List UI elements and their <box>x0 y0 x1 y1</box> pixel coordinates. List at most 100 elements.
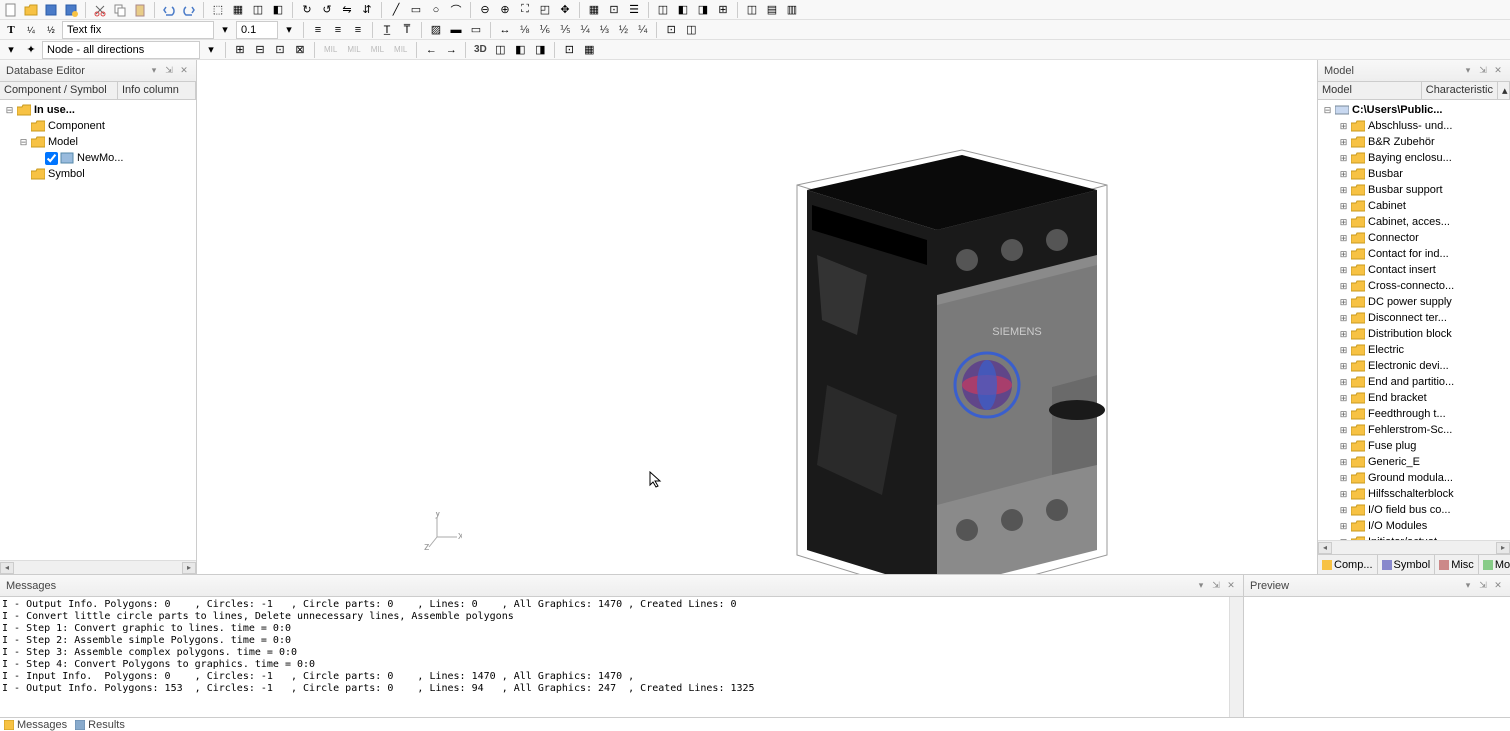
tree-expander-icon[interactable]: ⊞ <box>1338 169 1349 180</box>
toolbar-icon[interactable]: ◫ <box>743 1 761 19</box>
font-size-input[interactable] <box>236 21 278 39</box>
paste-icon[interactable] <box>131 1 149 19</box>
tree-row[interactable]: ⊟In use... <box>2 102 194 118</box>
scroll-right-icon[interactable]: ▸ <box>182 562 196 574</box>
tree-expander-icon[interactable]: ⊞ <box>1338 313 1349 324</box>
horizontal-scrollbar[interactable]: ◂ ▸ <box>0 560 196 574</box>
tree-expander-icon[interactable]: ⊞ <box>1338 505 1349 516</box>
tree-expander-icon[interactable]: ⊞ <box>1338 473 1349 484</box>
status-tab-results[interactable]: Results <box>75 719 125 731</box>
circle-icon[interactable]: ○ <box>427 1 445 19</box>
tree-row[interactable]: ⊟Model <box>2 134 194 150</box>
toolbar-icon[interactable]: ▦ <box>580 41 598 59</box>
3d-button[interactable]: 3D <box>471 41 489 59</box>
rotate-ccw-icon[interactable]: ↺ <box>318 1 336 19</box>
arrow-left-icon[interactable]: ← <box>422 41 440 59</box>
tree-row[interactable]: ⊞Cabinet <box>1320 198 1508 214</box>
horizontal-scrollbar[interactable]: ◂ ▸ <box>1318 540 1510 554</box>
tree-expander-icon[interactable]: ⊞ <box>1338 265 1349 276</box>
tree-expander-icon[interactable]: ⊟ <box>18 137 29 148</box>
hatch-icon[interactable]: ▨ <box>427 21 445 39</box>
tree-row[interactable]: ⊞Cross-connecto... <box>1320 278 1508 294</box>
zoom-out-icon[interactable]: ⊖ <box>476 1 494 19</box>
tree-row[interactable]: ⊞Disconnect ter... <box>1320 310 1508 326</box>
dropdown-icon[interactable]: ▾ <box>2 41 20 59</box>
node-mode-select[interactable] <box>42 41 200 59</box>
tree-expander-icon[interactable]: ⊞ <box>1338 297 1349 308</box>
text-tool-icon[interactable]: T̲ <box>378 21 396 39</box>
tree-expander-icon[interactable] <box>18 121 29 132</box>
tree-row[interactable]: ⊞Electronic devi... <box>1320 358 1508 374</box>
tree-expander-icon[interactable]: ⊞ <box>1338 329 1349 340</box>
toolbar-icon[interactable]: ◨ <box>694 1 712 19</box>
tree-expander-icon[interactable]: ⊞ <box>1338 153 1349 164</box>
text-icon[interactable]: T <box>2 21 20 39</box>
tree-expander-icon[interactable] <box>32 153 43 164</box>
toolbar-icon[interactable]: ▤ <box>763 1 781 19</box>
layers-icon[interactable]: ☰ <box>625 1 643 19</box>
tree-row[interactable]: ⊞Fehlerstrom-Sc... <box>1320 422 1508 438</box>
arc-icon[interactable]: ⌒ <box>447 1 465 19</box>
dropdown-icon[interactable]: ▾ <box>280 21 298 39</box>
tree-expander-icon[interactable]: ⊞ <box>1338 441 1349 452</box>
panel-pin-icon[interactable]: ⇲ <box>1477 65 1489 77</box>
toolbar-icon[interactable]: ◫ <box>682 21 700 39</box>
panel-menu-icon[interactable]: ▾ <box>1462 580 1474 592</box>
flip-h-icon[interactable]: ⇋ <box>338 1 356 19</box>
zoom-in-icon[interactable]: ⊕ <box>496 1 514 19</box>
component-tree[interactable]: ⊟In use...Component⊟ModelNewMo...Symbol <box>0 100 196 560</box>
tab-misc[interactable]: Misc <box>1435 555 1479 574</box>
tree-row[interactable]: ⊞Distribution block <box>1320 326 1508 342</box>
tree-row[interactable]: ⊞Baying enclosu... <box>1320 150 1508 166</box>
open-folder-icon[interactable] <box>22 1 40 19</box>
tree-expander-icon[interactable]: ⊞ <box>1338 137 1349 148</box>
dim-icon[interactable]: ↔ <box>496 21 514 39</box>
tree-row[interactable]: ⊞Generic_E <box>1320 454 1508 470</box>
tree-expander-icon[interactable]: ⊞ <box>1338 281 1349 292</box>
status-tab-messages[interactable]: Messages <box>4 719 67 731</box>
tree-row[interactable]: ⊞Contact insert <box>1320 262 1508 278</box>
toolbar-icon[interactable]: ⊡ <box>271 41 289 59</box>
panel-menu-icon[interactable]: ▾ <box>1195 580 1207 592</box>
tree-row[interactable]: ⊞Contact for ind... <box>1320 246 1508 262</box>
panel-menu-icon[interactable]: ▾ <box>148 65 160 77</box>
tree-expander-icon[interactable] <box>18 169 29 180</box>
tree-row[interactable]: ⊞B&R Zubehör <box>1320 134 1508 150</box>
tree-expander-icon[interactable]: ⊞ <box>1338 201 1349 212</box>
fraction-12-icon[interactable]: ½ <box>42 21 60 39</box>
tree-row[interactable]: Symbol <box>2 166 194 182</box>
tab-model[interactable]: Model <box>1479 555 1510 574</box>
tree-expander-icon[interactable]: ⊞ <box>1338 457 1349 468</box>
align-left-icon[interactable]: ≡ <box>309 21 327 39</box>
cut-icon[interactable] <box>91 1 109 19</box>
toolbar-icon[interactable]: ◧ <box>269 1 287 19</box>
snap-icon[interactable]: ⊡ <box>605 1 623 19</box>
tree-row[interactable]: Component <box>2 118 194 134</box>
text-style-select[interactable] <box>62 21 214 39</box>
tree-row[interactable]: ⊟C:\Users\Public... <box>1320 102 1508 118</box>
scroll-up-icon[interactable]: ▴ <box>1498 82 1510 99</box>
view-icon[interactable]: ◧ <box>511 41 529 59</box>
tree-expander-icon[interactable]: ⊞ <box>1338 345 1349 356</box>
toolbar-icon[interactable]: ⊟ <box>251 41 269 59</box>
3d-viewport[interactable]: SIEMENS y x z <box>197 60 1317 574</box>
tree-expander-icon[interactable]: ⊞ <box>1338 233 1349 244</box>
tree-row[interactable]: ⊞DC power supply <box>1320 294 1508 310</box>
grid-icon[interactable]: ▦ <box>585 1 603 19</box>
pan-icon[interactable]: ✥ <box>556 1 574 19</box>
save-icon[interactable] <box>42 1 60 19</box>
align-right-icon[interactable]: ≡ <box>349 21 367 39</box>
tree-row[interactable]: ⊞Busbar support <box>1320 182 1508 198</box>
tree-expander-icon[interactable]: ⊞ <box>1338 393 1349 404</box>
tree-row[interactable]: ⊞Connector <box>1320 230 1508 246</box>
panel-pin-icon[interactable]: ⇲ <box>163 65 175 77</box>
column-header[interactable]: Info column <box>118 82 196 99</box>
tree-row[interactable]: ⊞Hilfsschalterblock <box>1320 486 1508 502</box>
rect-icon[interactable]: ▭ <box>407 1 425 19</box>
toolbar-icon[interactable]: ◫ <box>249 1 267 19</box>
tree-expander-icon[interactable]: ⊞ <box>1338 521 1349 532</box>
scroll-left-icon[interactable]: ◂ <box>0 562 14 574</box>
scroll-right-icon[interactable]: ▸ <box>1496 542 1510 554</box>
tree-row[interactable]: ⊞Busbar <box>1320 166 1508 182</box>
tree-expander-icon[interactable]: ⊟ <box>1322 105 1333 116</box>
